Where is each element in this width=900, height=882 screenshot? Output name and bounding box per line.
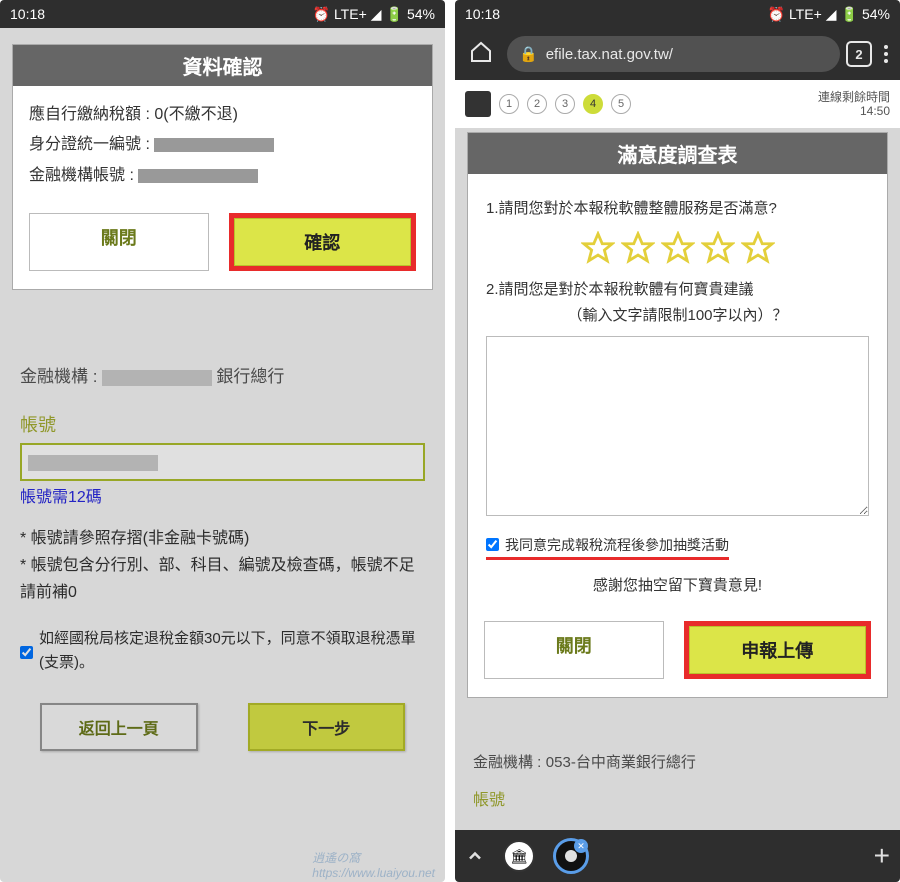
battery-icon: 🔋: [841, 6, 858, 23]
survey-q1: 1.請問您對於本報稅軟體整體服務是否滿意?: [486, 198, 869, 221]
star-3[interactable]: [661, 231, 695, 265]
status-time: 10:18: [465, 6, 768, 22]
modal-title: 資料確認: [13, 45, 432, 86]
id-label: 身分證統一編號 :: [29, 136, 150, 153]
step-indicator: 1 2 3 4 5 連線剩餘時間 14:50: [455, 80, 900, 128]
logo-icon: [465, 91, 491, 117]
survey-title: 滿意度調查表: [468, 133, 887, 174]
modal-confirm-button[interactable]: 確認: [234, 218, 412, 266]
signal-icon: ◢: [826, 6, 837, 23]
star-rating: [486, 231, 869, 265]
status-battery: 54%: [407, 6, 435, 22]
survey-modal: 滿意度調查表 1.請問您對於本報稅軟體整體服務是否滿意? 2.請問您是對於本報稅…: [467, 132, 888, 698]
phone-right: 10:18 ⏰ LTE+ ◢ 🔋 54% 🔒 efile.tax.nat.gov…: [455, 0, 900, 882]
alarm-icon: ⏰: [313, 6, 330, 23]
status-network: LTE+: [334, 6, 367, 22]
phone-left: 10:18 ⏰ LTE+ ◢ 🔋 54% 金融機構 : 銀行總行 帳號 帳號需1…: [0, 0, 445, 882]
status-battery: 54%: [862, 6, 890, 22]
star-1[interactable]: [581, 231, 615, 265]
survey-q2-line2: （輸入文字請限制100字以內）？: [486, 305, 869, 328]
tab-thumbnail-2[interactable]: ✕: [553, 838, 589, 874]
thanks-text: 感謝您抽空留下寶貴意見!: [486, 574, 869, 595]
bankacct-label: 金融機構帳號 :: [29, 167, 134, 184]
status-time: 10:18: [10, 6, 313, 22]
status-bar: 10:18 ⏰ LTE+ ◢ 🔋 54%: [455, 0, 900, 28]
url-bar[interactable]: 🔒 efile.tax.nat.gov.tw/: [507, 36, 840, 72]
step-3[interactable]: 3: [555, 94, 575, 114]
battery-icon: 🔋: [386, 6, 403, 23]
confirm-modal: 資料確認 應自行繳納稅額 : 0(不繳不退) 身分證統一編號 : 金融機構帳號 …: [12, 44, 433, 290]
tax-value: 0(不繳不退): [154, 106, 238, 123]
agree-checkbox[interactable]: [486, 538, 499, 551]
tab-thumbnail-1[interactable]: 🏛: [503, 840, 535, 872]
submit-highlight: 申報上傳: [684, 621, 872, 679]
bottom-nav: 🏛 ✕ +: [455, 830, 900, 882]
more-icon[interactable]: [878, 45, 894, 63]
status-network: LTE+: [789, 6, 822, 22]
bankacct-value-redacted: [138, 169, 258, 183]
step-2[interactable]: 2: [527, 94, 547, 114]
chevron-up-icon[interactable]: [465, 846, 485, 866]
alarm-icon: ⏰: [768, 6, 785, 23]
home-icon[interactable]: [461, 40, 501, 69]
survey-submit-button[interactable]: 申報上傳: [689, 626, 867, 674]
tab-count[interactable]: 2: [846, 41, 872, 67]
feedback-textarea[interactable]: [486, 336, 869, 516]
survey-close-button[interactable]: 關閉: [484, 621, 664, 679]
star-2[interactable]: [621, 231, 655, 265]
modal-close-button[interactable]: 關閉: [29, 213, 209, 271]
confirm-highlight: 確認: [229, 213, 417, 271]
id-value-redacted: [154, 138, 274, 152]
session-time-value: 14:50: [818, 104, 890, 118]
star-4[interactable]: [701, 231, 735, 265]
step-4[interactable]: 4: [583, 94, 603, 114]
agree-text: 我同意完成報稅流程後參加抽獎活動: [505, 535, 729, 555]
session-time-label: 連線剩餘時間: [818, 90, 890, 104]
url-text: efile.tax.nat.gov.tw/: [546, 46, 673, 63]
star-5[interactable]: [741, 231, 775, 265]
refresh-badge-icon: ✕: [574, 839, 588, 853]
step-5[interactable]: 5: [611, 94, 631, 114]
new-tab-button[interactable]: +: [874, 840, 890, 872]
step-1[interactable]: 1: [499, 94, 519, 114]
tax-label: 應自行繳納稅額 :: [29, 106, 150, 123]
survey-q2-line1: 2.請問您是對於本報稅軟體有何寶貴建議: [486, 279, 869, 302]
lock-icon: 🔒: [519, 45, 538, 63]
browser-toolbar: 🔒 efile.tax.nat.gov.tw/ 2: [455, 28, 900, 80]
signal-icon: ◢: [371, 6, 382, 23]
status-bar: 10:18 ⏰ LTE+ ◢ 🔋 54%: [0, 0, 445, 28]
